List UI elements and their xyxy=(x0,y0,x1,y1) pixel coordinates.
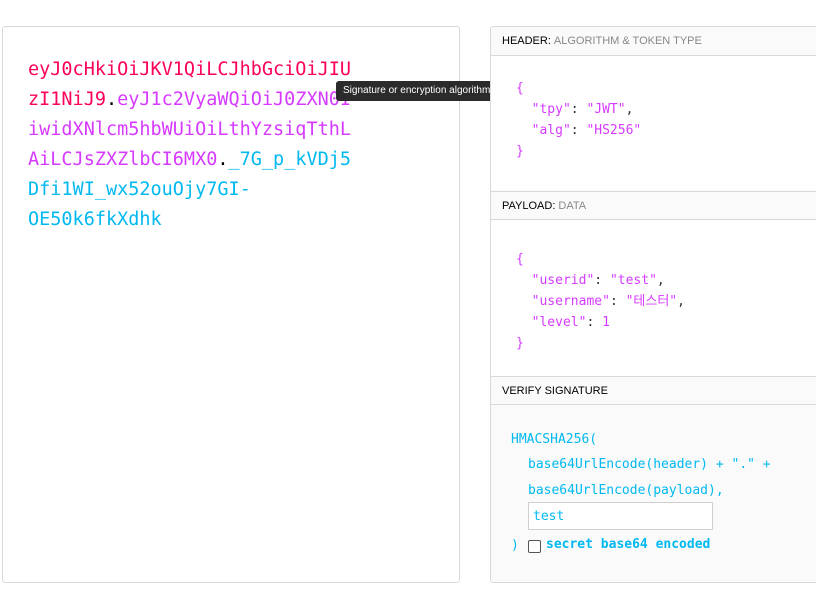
verify-header-line: base64UrlEncode(header) + "." + xyxy=(528,457,771,472)
token-segment-cyan: OE50k6fkXdhk xyxy=(28,209,162,230)
payload-title: PAYLOAD: xyxy=(502,200,556,212)
payload-subtitle: DATA xyxy=(558,200,587,212)
checkbox-label[interactable]: secret base64 encoded xyxy=(546,537,710,552)
token-segment-purple: iwidXNlcm5hbWUiOiLthYzsiqTthL xyxy=(28,119,352,140)
payload-close-brace: } xyxy=(516,336,524,351)
token-segment-purple: eyJ1c2VyaWQiOiJ0ZXN0I xyxy=(117,89,352,110)
payload-field-username[interactable]: "username": "테스터", xyxy=(516,291,685,312)
header-title: HEADER: xyxy=(502,35,551,47)
header-subtitle: ALGORITHM & TOKEN TYPE xyxy=(553,35,702,47)
token-segment-dot: . xyxy=(217,149,229,170)
token-segment-purple: AiLCJsZXZlbCI6MX0 xyxy=(28,149,218,170)
header-close-brace: } xyxy=(516,144,524,159)
verify-body: HMACSHA256( base64UrlEncode(header) + ".… xyxy=(491,407,816,582)
verify-close-paren: ) xyxy=(511,538,519,553)
payload-open-brace: { xyxy=(516,252,524,267)
payload-json[interactable]: { "userid": "test", "username": "테스터", "… xyxy=(516,249,685,354)
payload-section-title: PAYLOAD: DATA xyxy=(491,191,816,220)
token-segment-red: zI1NiJ9 xyxy=(28,89,106,110)
token-line: AiLCJsZXZlbCI6MX0._7G_p_kVDj5 xyxy=(28,145,448,175)
verify-payload-line: base64UrlEncode(payload), xyxy=(528,483,724,498)
decoded-panel: HEADER: ALGORITHM & TOKEN TYPE { "tpy": "… xyxy=(490,26,816,583)
token-line: OE50k6fkXdhk xyxy=(28,205,448,235)
base64-encoded-checkbox[interactable] xyxy=(528,540,541,553)
token-segment-dot: . xyxy=(105,89,118,110)
header-section-title: HEADER: ALGORITHM & TOKEN TYPE xyxy=(491,27,816,56)
header-open-brace: { xyxy=(516,81,524,96)
secret-input[interactable] xyxy=(528,502,713,530)
token-line: iwidXNlcm5hbWUiOiLthYzsiqTthL xyxy=(28,115,448,145)
encoded-token-panel[interactable]: eyJ0cHkiOiJKV1QiLCJhbGciOiJIU zI1NiJ9.eyJ… xyxy=(2,26,460,583)
token-segment-red: eyJ0cHkiOiJKV1QiLCJhbGciOiJIU xyxy=(28,59,352,80)
verify-section-title: VERIFY SIGNATURE xyxy=(491,376,816,405)
token-segment-cyan: Dfi1WI_wx52ouOjy7GI- xyxy=(28,179,251,200)
verify-hmac-line: HMACSHA256( xyxy=(511,432,598,447)
payload-field-level[interactable]: "level": 1 xyxy=(516,312,685,333)
verify-title: VERIFY SIGNATURE xyxy=(502,385,608,397)
payload-field-userid[interactable]: "userid": "test", xyxy=(516,270,685,291)
payload-json-editor[interactable]: { "userid": "test", "username": "테스터", "… xyxy=(491,221,816,376)
header-field-tpy[interactable]: "tpy": "JWT", xyxy=(516,99,641,120)
header-field-alg[interactable]: "alg": "HS256" xyxy=(516,120,642,141)
token-line: Dfi1WI_wx52ouOjy7GI- xyxy=(28,175,448,205)
header-json-editor[interactable]: { "tpy": "JWT", "alg": "HS256" } xyxy=(491,56,816,190)
algorithm-tooltip: Signature or encryption algorithm xyxy=(336,81,507,101)
header-json[interactable]: { "tpy": "JWT", "alg": "HS256" } xyxy=(516,78,641,162)
token-segment-cyan: _7G_p_kVDj5 xyxy=(228,149,352,170)
